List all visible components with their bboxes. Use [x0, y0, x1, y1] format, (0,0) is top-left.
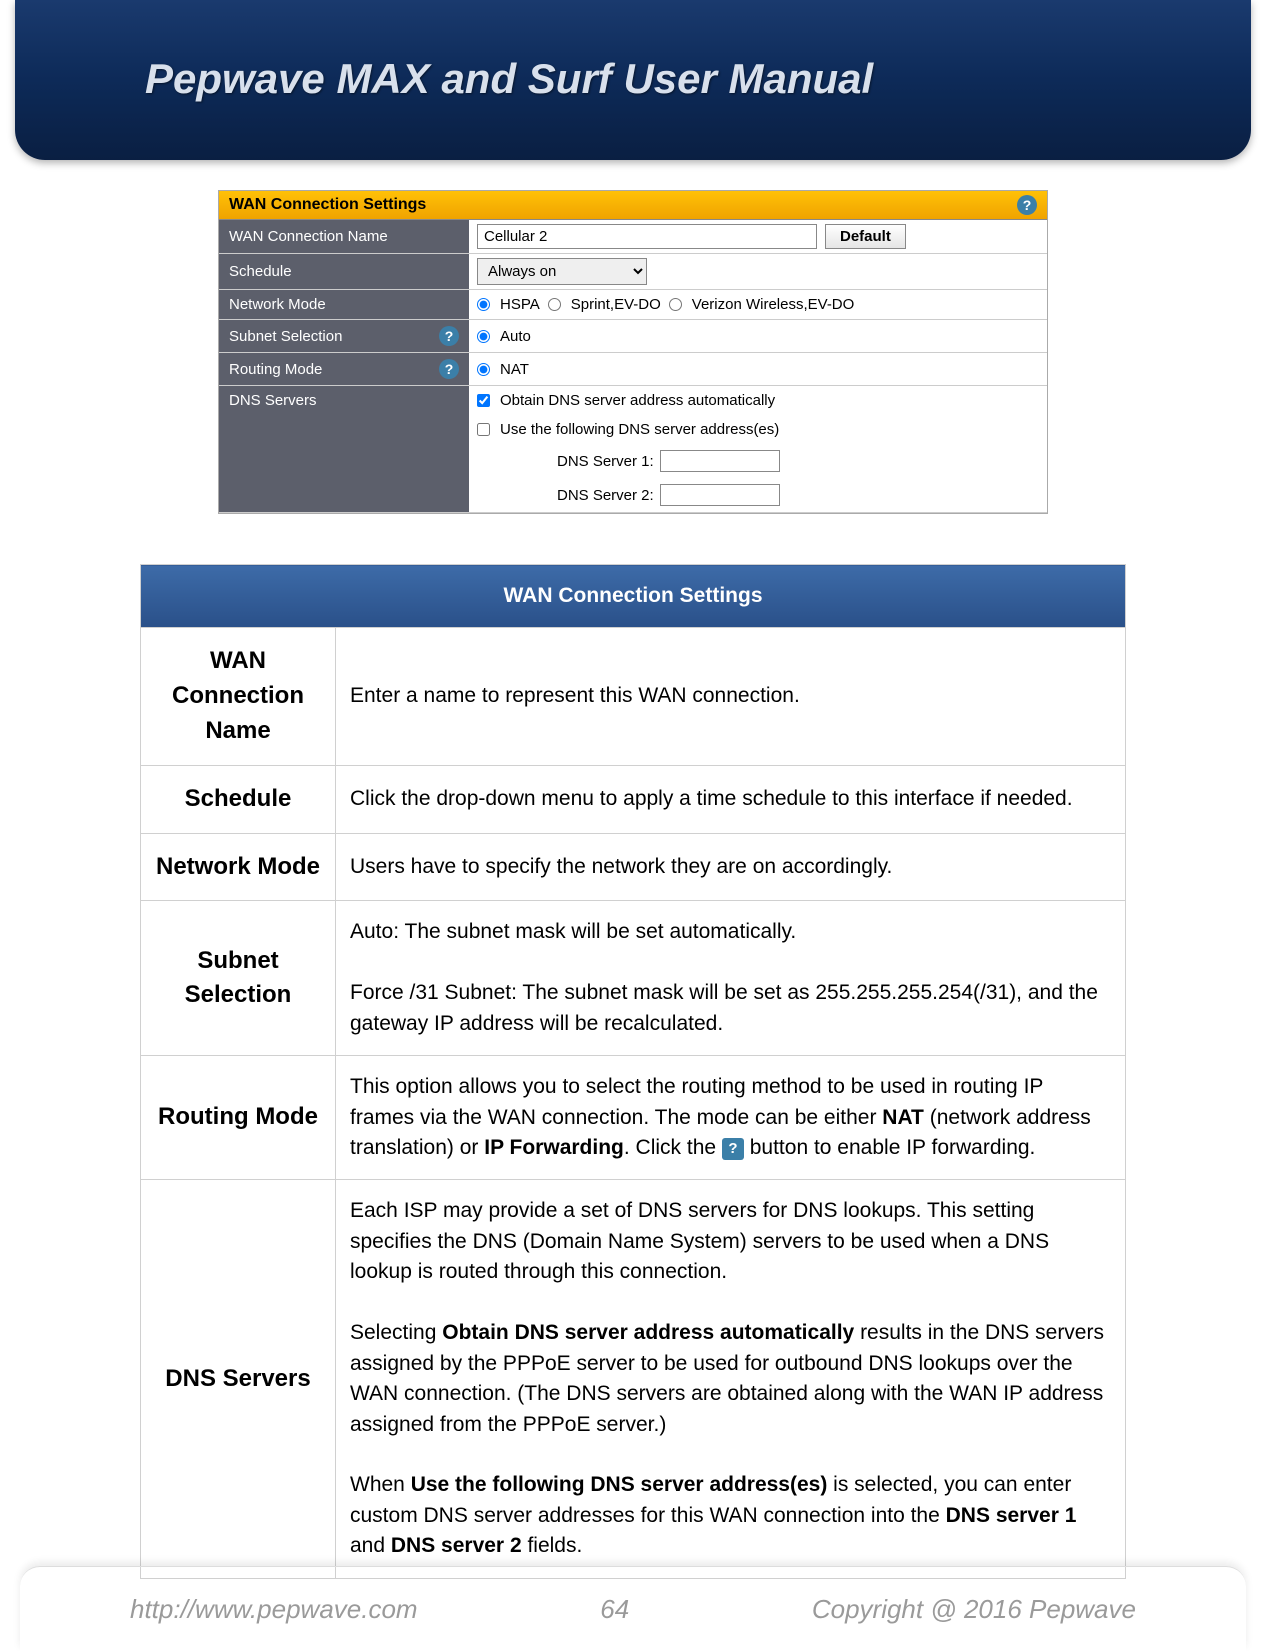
- doc-row-label: Network Mode: [141, 833, 336, 901]
- dns-server1-label: DNS Server 1:: [557, 453, 654, 470]
- manual-title: Pepwave MAX and Surf User Manual: [15, 0, 1251, 103]
- doc-row-desc: This option allows you to select the rou…: [336, 1056, 1126, 1180]
- page-header: Pepwave MAX and Surf User Manual: [15, 0, 1251, 160]
- screenshot-panel-header: WAN Connection Settings ?: [219, 191, 1047, 220]
- page-number: 64: [600, 1594, 629, 1625]
- row-label: Subnet Selection ?: [219, 320, 469, 352]
- help-icon[interactable]: ?: [439, 359, 459, 379]
- dns-server2-input[interactable]: [660, 484, 780, 506]
- help-icon: ?: [722, 1138, 744, 1160]
- doc-row-desc: Click the drop-down menu to apply a time…: [336, 765, 1126, 833]
- doc-row-label: WAN Connection Name: [141, 628, 336, 765]
- default-button[interactable]: Default: [825, 224, 906, 249]
- page-content: WAN Connection Settings ? WAN Connection…: [0, 160, 1266, 1579]
- footer-copyright: Copyright @ 2016 Pepwave: [812, 1594, 1136, 1625]
- doc-row-desc: Auto: The subnet mask will be set automa…: [336, 901, 1126, 1056]
- doc-row-label: Schedule: [141, 765, 336, 833]
- dns-server1-input[interactable]: [660, 450, 780, 472]
- help-icon[interactable]: ?: [1017, 195, 1037, 215]
- screenshot-panel-title: WAN Connection Settings: [229, 196, 426, 214]
- page-footer: http://www.pepwave.com 64 Copyright @ 20…: [20, 1566, 1246, 1651]
- dns-auto-checkbox[interactable]: [477, 394, 490, 407]
- row-label: DNS Servers: [219, 386, 469, 512]
- doc-row-label: Routing Mode: [141, 1056, 336, 1180]
- doc-row-desc: Enter a name to represent this WAN conne…: [336, 628, 1126, 765]
- dns-server2-label: DNS Server 2:: [557, 487, 654, 504]
- routing-nat-radio[interactable]: [477, 363, 490, 376]
- doc-row-desc: Users have to specify the network they a…: [336, 833, 1126, 901]
- schedule-select[interactable]: Always on: [477, 258, 647, 285]
- network-mode-hspa[interactable]: [477, 298, 490, 311]
- doc-row-label: DNS Servers: [141, 1180, 336, 1578]
- network-mode-verizon[interactable]: [669, 298, 682, 311]
- help-icon[interactable]: ?: [439, 326, 459, 346]
- wan-connection-name-input[interactable]: [477, 224, 817, 249]
- network-mode-sprint[interactable]: [548, 298, 561, 311]
- settings-description-table: WAN Connection Settings WAN Connection N…: [140, 564, 1126, 1579]
- dns-manual-checkbox[interactable]: [477, 423, 490, 436]
- footer-url: http://www.pepwave.com: [130, 1594, 418, 1625]
- row-label: Schedule: [219, 254, 469, 289]
- row-label: Network Mode: [219, 290, 469, 319]
- doc-row-label: Subnet Selection: [141, 901, 336, 1056]
- doc-row-desc: Each ISP may provide a set of DNS server…: [336, 1180, 1126, 1578]
- subnet-auto-radio[interactable]: [477, 330, 490, 343]
- settings-screenshot: WAN Connection Settings ? WAN Connection…: [218, 190, 1048, 514]
- doc-table-title: WAN Connection Settings: [141, 565, 1126, 628]
- row-label: Routing Mode ?: [219, 353, 469, 385]
- row-label: WAN Connection Name: [219, 220, 469, 253]
